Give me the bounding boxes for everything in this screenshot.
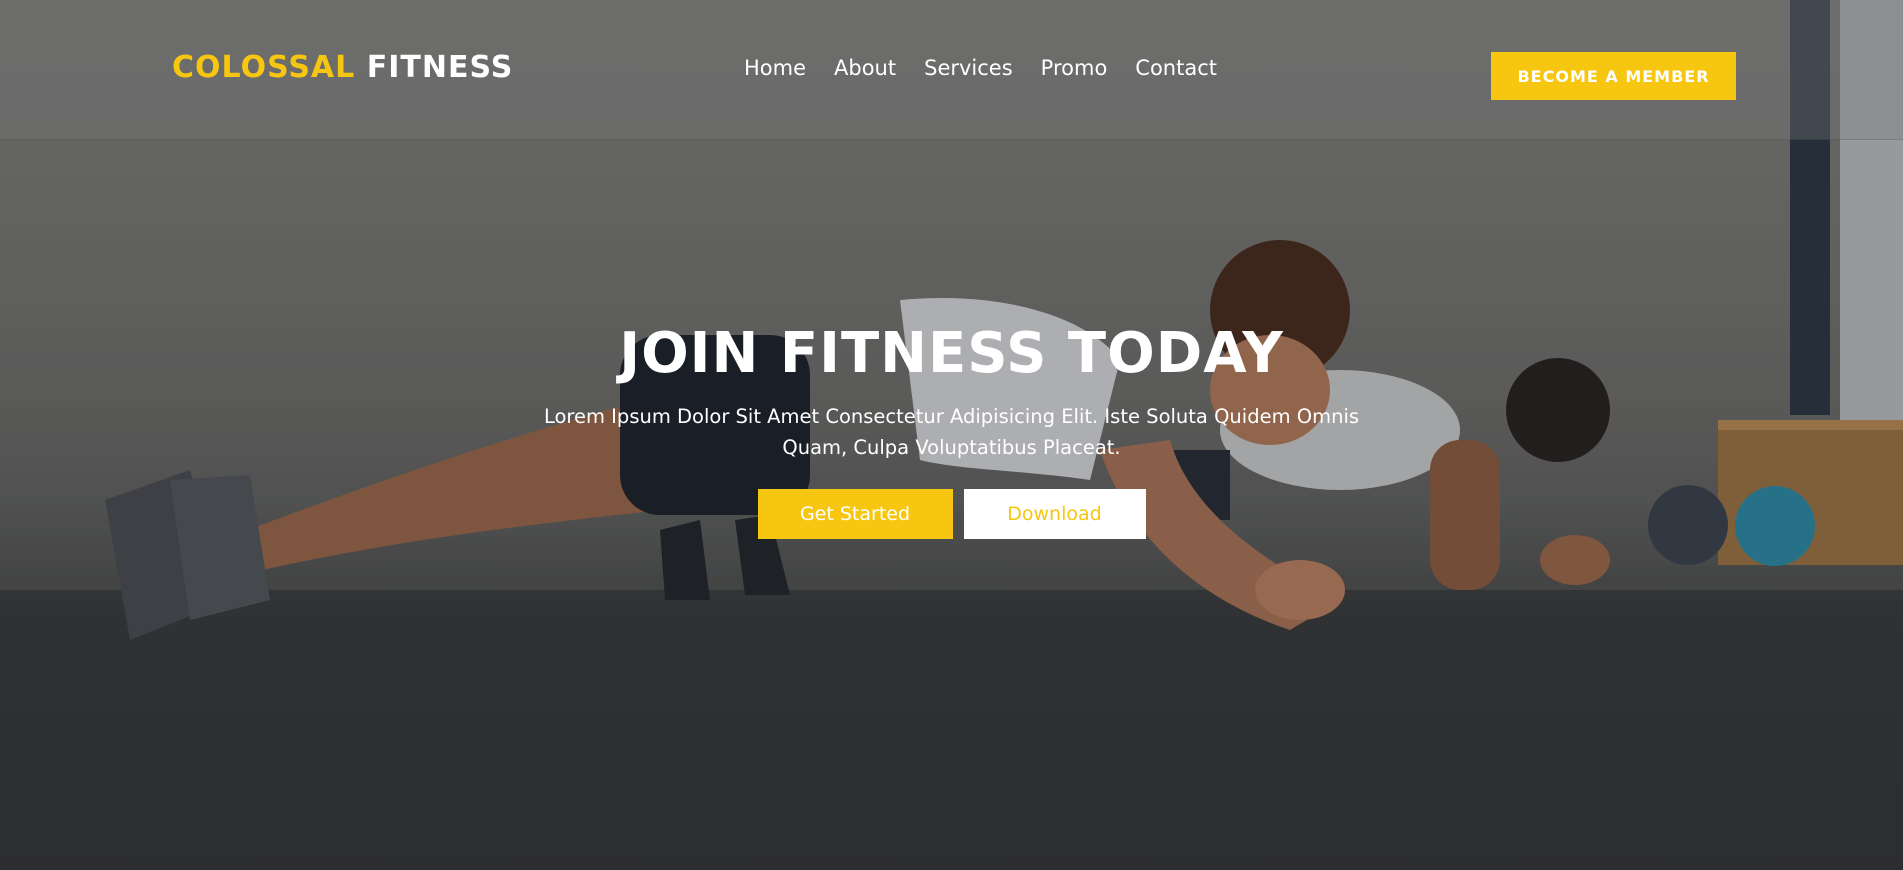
hero-description: Lorem Ipsum Dolor Sit Amet Consectetur A… <box>543 405 1360 460</box>
nav-link-about[interactable]: About <box>834 56 896 80</box>
nav-link-home[interactable]: Home <box>744 56 806 80</box>
download-button[interactable]: Download <box>963 489 1146 540</box>
hero-title: JOIN FITNESS TODAY <box>619 321 1284 386</box>
brand-logo-accent: COLOSSAL <box>172 50 356 85</box>
nav-link-promo[interactable]: Promo <box>1041 56 1108 80</box>
get-started-button[interactable]: Get Started <box>757 489 953 540</box>
become-member-button[interactable]: BECOME A MEMBER <box>1491 52 1736 100</box>
hero-section: JOIN FITNESS TODAY Lorem Ipsum Dolor Sit… <box>0 320 1903 540</box>
nav-link-services[interactable]: Services <box>924 56 1013 80</box>
nav-link-contact[interactable]: Contact <box>1135 56 1217 80</box>
brand-logo-main: FITNESS <box>366 50 514 85</box>
brand-logo[interactable]: COLOSSAL FITNESS <box>172 50 513 85</box>
site-header: COLOSSAL FITNESS Home About Services Pro… <box>0 0 1903 140</box>
main-nav: Home About Services Promo Contact <box>744 56 1217 80</box>
hero-actions: Get Started Download <box>0 489 1903 540</box>
